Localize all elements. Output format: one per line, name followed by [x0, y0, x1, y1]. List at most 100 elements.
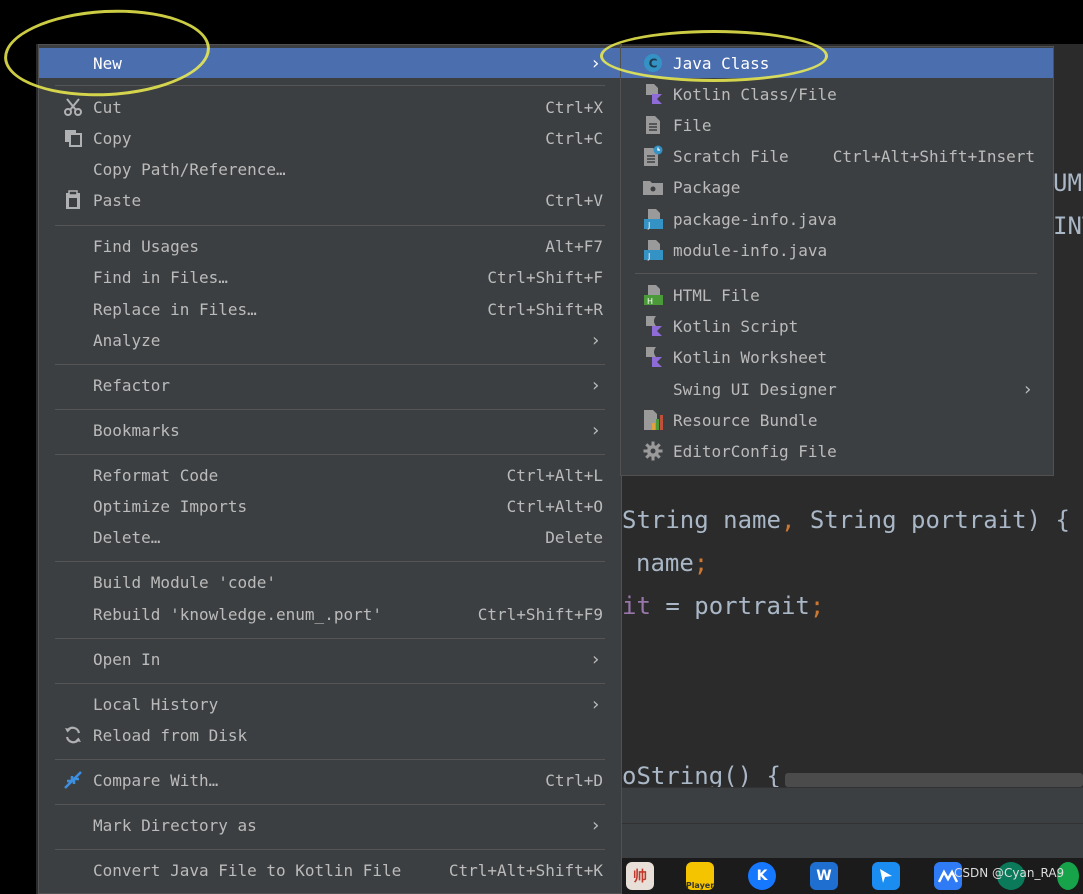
menu-item-label: Refactor	[93, 375, 171, 395]
menu-separator	[55, 638, 605, 639]
menu-separator	[55, 683, 605, 684]
menu-item-compare-with[interactable]: Compare With… Ctrl+D	[39, 765, 621, 795]
chevron-right-icon: ›	[590, 374, 601, 396]
menu-item-paste[interactable]: Paste Ctrl+V	[39, 185, 621, 215]
menu-item-shortcut: Ctrl+Alt+Shift+K	[448, 860, 603, 880]
java-file-icon: J	[641, 207, 665, 231]
menu-item-label: Package	[673, 177, 741, 197]
svg-text:C: C	[649, 57, 658, 71]
menu-item-label: module-info.java	[673, 240, 828, 260]
menu-item-label: Compare With…	[93, 770, 219, 790]
feishu-app-icon[interactable]	[872, 862, 900, 890]
menu-item-label: Bookmarks	[93, 420, 180, 440]
menu-item-copy[interactable]: Copy Ctrl+C	[39, 123, 621, 153]
menu-item-label: Copy	[93, 128, 132, 148]
menu-item-label: package-info.java	[673, 209, 837, 229]
chevron-right-icon: ›	[590, 329, 601, 351]
menu-item-local-history[interactable]: Local History ›	[39, 689, 621, 719]
menu-item-cut[interactable]: Cut Ctrl+X	[39, 92, 621, 122]
submenu-item-file[interactable]: File	[621, 110, 1053, 140]
menu-item-bookmarks[interactable]: Bookmarks ›	[39, 415, 621, 445]
new-submenu: C Java Class Kotlin Class/File File Scra…	[620, 46, 1054, 476]
k-app-icon[interactable]: K	[748, 862, 776, 890]
menu-item-copy-path[interactable]: Copy Path/Reference…	[39, 154, 621, 184]
menu-item-shortcut: Ctrl+Alt+Shift+Insert	[832, 146, 1035, 166]
horizontal-scrollbar[interactable]	[785, 773, 1083, 787]
menu-item-convert-java-to-kotlin[interactable]: Convert Java File to Kotlin File Ctrl+Al…	[39, 855, 621, 885]
menu-separator	[55, 849, 605, 850]
submenu-item-resource-bundle[interactable]: Resource Bundle	[621, 405, 1053, 435]
submenu-item-scratch-file[interactable]: Scratch File Ctrl+Alt+Shift+Insert	[621, 141, 1053, 171]
chevron-right-icon: ›	[590, 419, 601, 441]
status-bar	[622, 823, 1083, 859]
submenu-item-kotlin-script[interactable]: Kotlin Script	[621, 311, 1053, 341]
submenu-item-package[interactable]: Package	[621, 172, 1053, 202]
menu-item-reformat-code[interactable]: Reformat Code Ctrl+Alt+L	[39, 460, 621, 490]
menu-item-shortcut: Ctrl+C	[545, 128, 603, 148]
submenu-item-swing-ui-designer[interactable]: Swing UI Designer ›	[621, 374, 1053, 404]
java-file-icon: J	[641, 238, 665, 262]
menu-item-label: HTML File	[673, 285, 760, 305]
code-line: name;	[636, 549, 708, 577]
file-icon	[641, 113, 665, 137]
menu-separator	[635, 273, 1037, 274]
menu-item-shortcut: Ctrl+D	[545, 770, 603, 790]
menu-item-label: Local History	[93, 694, 219, 714]
menu-item-label: Kotlin Class/File	[673, 84, 837, 104]
menu-item-new[interactable]: New ›	[39, 48, 621, 78]
submenu-item-kotlin-class[interactable]: Kotlin Class/File	[621, 79, 1053, 109]
menu-item-replace-in-files[interactable]: Replace in Files… Ctrl+Shift+R	[39, 294, 621, 324]
shuai-app-icon[interactable]: 帅	[626, 862, 654, 890]
code-token: ,	[780, 506, 796, 534]
svg-text:H: H	[647, 297, 653, 306]
menu-item-optimize-imports[interactable]: Optimize Imports Ctrl+Alt+O	[39, 491, 621, 521]
menu-item-shortcut: Ctrl+V	[545, 190, 603, 210]
submenu-item-kotlin-worksheet[interactable]: Kotlin Worksheet	[621, 342, 1053, 372]
menu-item-analyze[interactable]: Analyze ›	[39, 325, 621, 355]
menu-item-shortcut: Alt+F7	[545, 236, 603, 256]
package-folder-icon	[641, 175, 665, 199]
code-token: name	[636, 549, 694, 577]
menu-item-refactor[interactable]: Refactor ›	[39, 370, 621, 400]
menu-separator	[55, 409, 605, 410]
submenu-item-java-class[interactable]: C Java Class	[621, 48, 1053, 78]
svg-text:J: J	[647, 221, 650, 230]
menu-item-label: Build Module 'code'	[93, 572, 277, 592]
menu-item-label: Delete…	[93, 527, 161, 547]
menu-item-rebuild[interactable]: Rebuild 'knowledge.enum_.port' Ctrl+Shif…	[39, 599, 621, 629]
menu-item-label: Find in Files…	[93, 267, 228, 287]
submenu-item-editorconfig-file[interactable]: EditorConfig File	[621, 436, 1053, 466]
menu-item-delete[interactable]: Delete… Delete	[39, 522, 621, 552]
tool-window-bar	[622, 787, 1083, 824]
menu-item-label: New	[93, 53, 122, 73]
menu-item-open-in[interactable]: Open In ›	[39, 644, 621, 674]
menu-item-label: Replace in Files…	[93, 299, 257, 319]
menu-item-reload-from-disk[interactable]: Reload from Disk	[39, 720, 621, 750]
watermark: CSDN @Cyan_RA9	[954, 866, 1065, 880]
code-line: it = portrait;	[622, 592, 824, 620]
menu-item-mark-directory[interactable]: Mark Directory as ›	[39, 810, 621, 840]
scissors-icon	[61, 95, 85, 119]
wps-app-icon[interactable]: W	[810, 862, 838, 890]
menu-item-find-usages[interactable]: Find Usages Alt+F7	[39, 231, 621, 261]
project-context-menu: New › Cut Ctrl+X Copy Ctrl+C Copy Path/R…	[38, 44, 622, 894]
submenu-item-package-info[interactable]: J package-info.java	[621, 204, 1053, 234]
clipboard-icon	[61, 188, 85, 212]
submenu-item-html-file[interactable]: H HTML File	[621, 280, 1053, 310]
copy-icon	[61, 126, 85, 150]
menu-item-find-in-files[interactable]: Find in Files… Ctrl+Shift+F	[39, 262, 621, 292]
submenu-item-module-info[interactable]: J module-info.java	[621, 235, 1053, 265]
menu-item-build-module[interactable]: Build Module 'code'	[39, 567, 621, 597]
menu-item-label: Mark Directory as	[93, 815, 257, 835]
html-file-icon: H	[641, 283, 665, 307]
code-line: oString() {	[622, 762, 781, 790]
menu-item-label: Rebuild 'knowledge.enum_.port'	[93, 604, 382, 624]
player-app-icon[interactable]: Player	[686, 862, 714, 890]
menu-item-label: Resource Bundle	[673, 410, 818, 430]
menu-item-shortcut: Delete	[545, 527, 603, 547]
menu-item-label: Java Class	[673, 53, 770, 73]
code-fragment: UMM	[1053, 169, 1083, 197]
code-token: ;	[693, 549, 709, 577]
menu-item-label: Convert Java File to Kotlin File	[93, 860, 402, 880]
code-token: = portrait	[650, 592, 810, 620]
